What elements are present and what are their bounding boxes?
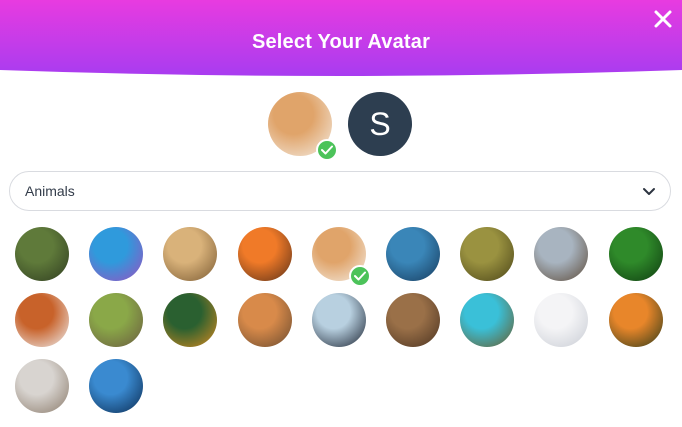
user-initial-avatar[interactable]: S (348, 92, 412, 156)
avatar-option-owl[interactable] (238, 293, 292, 347)
modal-header: Select Your Avatar (0, 0, 682, 78)
tiger-avatar-image (609, 293, 663, 347)
avatar-option-elephant[interactable] (15, 227, 69, 281)
butterfly-avatar-image (89, 227, 143, 281)
close-button[interactable] (652, 8, 674, 30)
category-selected-value: Animals (25, 183, 75, 199)
category-select[interactable]: Animals (9, 171, 671, 211)
sea-turtle-avatar-image (460, 293, 514, 347)
avatar-option-butterfly[interactable] (89, 227, 143, 281)
avatar-option-horse[interactable] (15, 293, 69, 347)
user-initial: S (369, 105, 391, 142)
avatar-option-lizard[interactable] (163, 293, 217, 347)
elephant-avatar-image (15, 227, 69, 281)
check-icon (316, 139, 338, 161)
owl-avatar-image (238, 293, 292, 347)
whale-avatar-image (89, 359, 143, 413)
clownfish-avatar-image (238, 227, 292, 281)
chevron-down-icon (643, 188, 655, 195)
quokka-avatar-image (386, 293, 440, 347)
wolf-avatar-image (15, 359, 69, 413)
elk-avatar-image (534, 227, 588, 281)
kitten-avatar-image (89, 293, 143, 347)
avatar-option-wolf[interactable] (15, 359, 69, 413)
avatar-option-corgi[interactable] (312, 227, 371, 287)
dolphin-avatar-image (386, 227, 440, 281)
avatar-option-sea-turtle[interactable] (460, 293, 514, 347)
avatar-option-quokka[interactable] (386, 293, 440, 347)
avatar-option-duck[interactable] (460, 227, 514, 281)
avatar-option-penguin[interactable] (312, 293, 366, 347)
selected-avatar-preview (268, 92, 338, 161)
avatar-option-tiger[interactable] (609, 293, 663, 347)
avatar-option-seal-pup[interactable] (534, 293, 588, 347)
avatar-option-cheetah[interactable] (163, 227, 217, 281)
seal-pup-avatar-image (534, 293, 588, 347)
avatar-option-clownfish[interactable] (238, 227, 292, 281)
cheetah-avatar-image (163, 227, 217, 281)
avatar-option-whale[interactable] (89, 359, 143, 413)
lizard-avatar-image (163, 293, 217, 347)
duck-avatar-image (460, 227, 514, 281)
penguin-avatar-image (312, 293, 366, 347)
avatar-option-elk[interactable] (534, 227, 588, 281)
horse-avatar-image (15, 293, 69, 347)
check-icon (349, 265, 371, 287)
avatar-option-kitten[interactable] (89, 293, 143, 347)
close-icon (654, 10, 672, 28)
modal-title: Select Your Avatar (251, 31, 431, 53)
tree-frog-avatar-image (609, 227, 663, 281)
avatar-option-tree-frog[interactable] (609, 227, 663, 281)
avatar-option-dolphin[interactable] (386, 227, 440, 281)
